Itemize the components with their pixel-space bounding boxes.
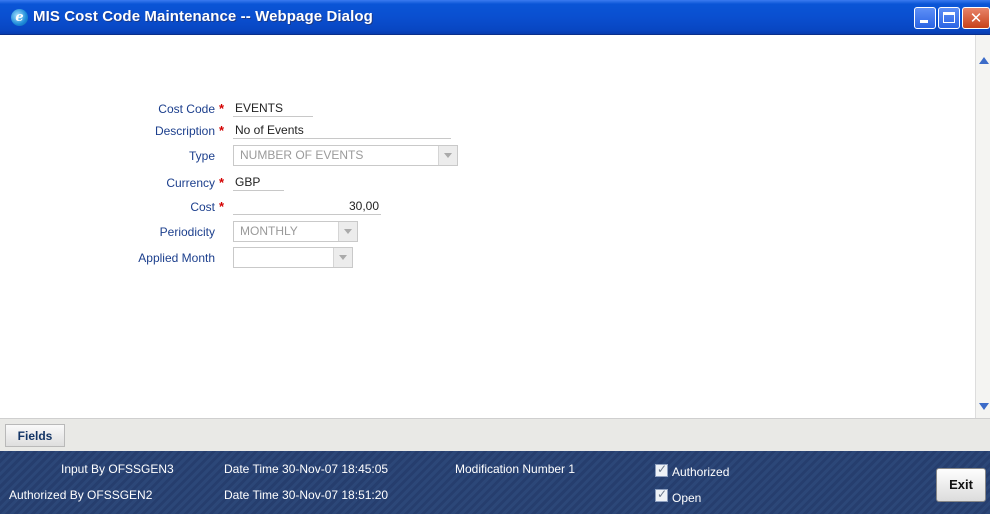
open-checkbox[interactable] <box>655 487 668 502</box>
cost-code-field[interactable]: EVENTS <box>233 101 313 117</box>
exit-button[interactable]: Exit <box>936 468 986 502</box>
chevron-down-icon[interactable] <box>438 146 457 165</box>
maximize-icon <box>943 12 955 23</box>
authorized-checkbox[interactable] <box>655 462 668 477</box>
description-label: Description <box>154 124 215 138</box>
authorized-by-text: Authorized By OFSSGEN2 <box>9 488 153 502</box>
minimize-button[interactable] <box>914 7 936 29</box>
cost-code-required: * <box>219 101 225 116</box>
applied-month-select[interactable] <box>233 247 353 268</box>
currency-required: * <box>219 175 225 190</box>
description-field[interactable]: No of Events <box>233 123 451 139</box>
modification-number-text: Modification Number 1 <box>455 462 576 476</box>
currency-label: Currency <box>166 176 215 190</box>
periodicity-select[interactable]: MONTHLY <box>233 221 358 242</box>
description-required: * <box>219 123 225 138</box>
form-area: Cost Code * EVENTS Description * No of E… <box>0 35 975 418</box>
chevron-down-icon[interactable] <box>333 248 352 267</box>
open-label: Open <box>672 491 702 505</box>
type-value: NUMBER OF EVENTS <box>240 148 364 162</box>
minimize-icon <box>920 20 928 23</box>
vertical-scrollbar[interactable] <box>975 35 990 418</box>
title-bar: e MIS Cost Code Maintenance -- Webpage D… <box>0 0 990 35</box>
currency-field[interactable]: GBP <box>233 175 284 191</box>
periodicity-label: Periodicity <box>159 225 215 239</box>
input-datetime-text: Date Time 30-Nov-07 18:45:05 <box>224 462 389 476</box>
authorized-label: Authorized <box>672 465 730 479</box>
type-label: Type <box>188 149 215 163</box>
chevron-down-icon[interactable] <box>338 222 357 241</box>
applied-month-label: Applied Month <box>138 251 215 265</box>
window-title: MIS Cost Code Maintenance -- Webpage Dia… <box>33 8 373 25</box>
scroll-up-icon[interactable] <box>979 57 989 64</box>
maximize-button[interactable] <box>938 7 960 29</box>
cost-field[interactable]: 30,00 <box>233 199 381 215</box>
close-icon: ✕ <box>969 9 983 27</box>
scroll-down-icon[interactable] <box>979 403 989 410</box>
auth-datetime-text: Date Time 30-Nov-07 18:51:20 <box>224 488 389 502</box>
periodicity-value: MONTHLY <box>240 224 298 238</box>
ie-icon: e <box>11 9 28 26</box>
tab-fields[interactable]: Fields <box>5 424 65 447</box>
type-select[interactable]: NUMBER OF EVENTS <box>233 145 458 166</box>
close-button[interactable]: ✕ <box>962 7 990 29</box>
input-by-text: Input By OFSSGEN3 <box>61 462 174 476</box>
cost-label: Cost <box>190 200 215 214</box>
tab-strip: Fields <box>0 418 990 452</box>
cost-required: * <box>219 199 225 214</box>
cost-code-label: Cost Code <box>158 102 215 116</box>
audit-footer: Input By OFSSGEN3 Authorized By OFSSGEN2… <box>0 451 990 514</box>
